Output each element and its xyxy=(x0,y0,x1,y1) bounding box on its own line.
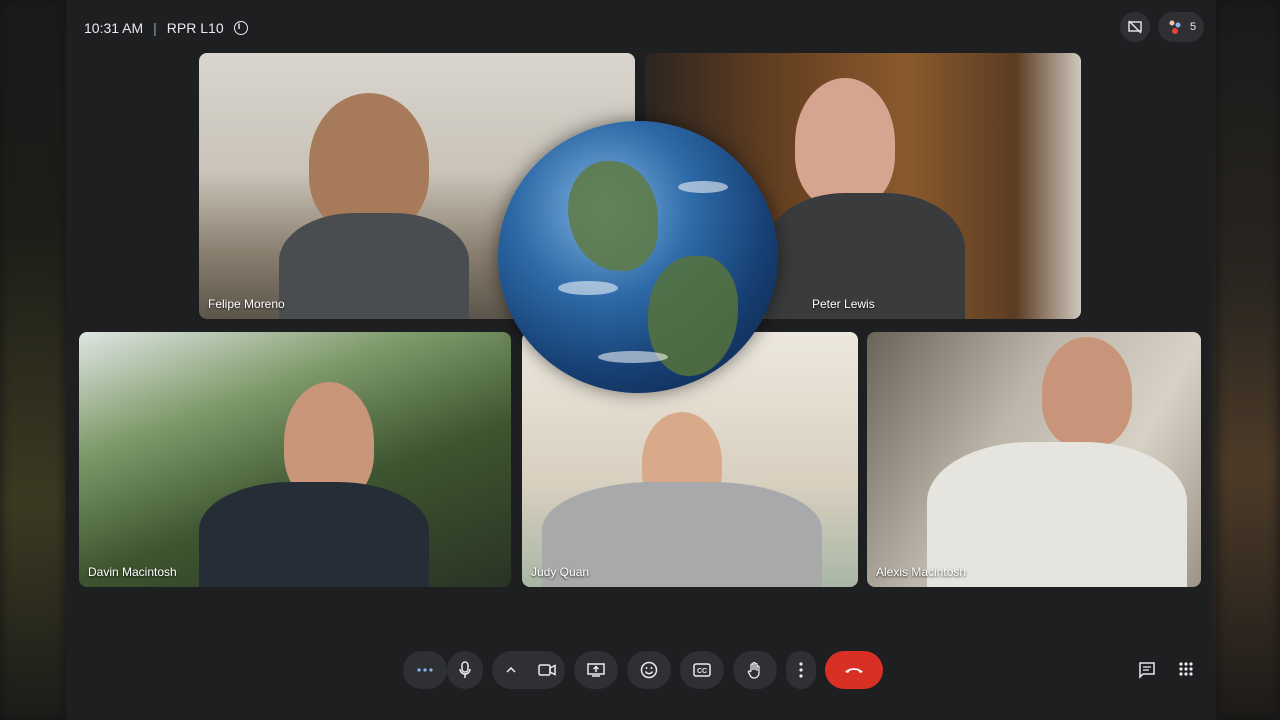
globe-cloud xyxy=(598,351,668,363)
more-horizontal-icon[interactable] xyxy=(403,651,447,689)
people-icon xyxy=(1169,20,1181,34)
globe-image xyxy=(498,121,778,393)
globe-land xyxy=(568,161,658,271)
right-camera-edge xyxy=(1216,0,1280,720)
people-button[interactable]: 5 xyxy=(1158,12,1205,42)
participant-name: Davin Macintosh xyxy=(88,565,177,579)
end-call-icon[interactable] xyxy=(825,651,883,689)
participant-name: Judy Quan xyxy=(531,565,590,579)
emoji-icon[interactable] xyxy=(627,651,671,689)
side-panel-controls xyxy=(1138,661,1194,684)
presentation-off-icon[interactable] xyxy=(1120,12,1150,42)
meeting-time: 10:31 AM xyxy=(84,20,144,36)
participant-name: Alexis Macintosh xyxy=(876,565,967,579)
apps-grid-icon[interactable] xyxy=(1178,661,1194,684)
microphone-icon xyxy=(459,661,471,678)
info-icon[interactable] xyxy=(233,21,248,35)
people-count: 5 xyxy=(1190,21,1197,33)
microphone-button[interactable] xyxy=(447,651,483,689)
top-right-controls: 5 xyxy=(1120,12,1205,42)
camera-control[interactable] xyxy=(492,651,565,689)
left-camera-edge xyxy=(0,0,66,720)
meeting-code[interactable]: RPR L10 xyxy=(167,20,224,36)
chat-icon[interactable] xyxy=(1138,661,1156,684)
globe-cloud xyxy=(678,181,728,193)
separator: | xyxy=(153,20,157,36)
participant-tile[interactable]: Alexis Macintosh xyxy=(867,332,1201,587)
more-vertical-icon[interactable] xyxy=(786,651,816,689)
participant-video xyxy=(279,213,469,319)
call-controls: CC xyxy=(403,651,883,689)
closed-captions-icon[interactable]: CC xyxy=(680,651,724,689)
participant-name: Felipe Moreno xyxy=(208,297,285,311)
svg-text:CC: CC xyxy=(697,668,707,675)
participant-video xyxy=(1042,337,1132,447)
hand-icon[interactable] xyxy=(733,651,777,689)
globe-cloud xyxy=(558,281,618,295)
participant-video xyxy=(309,93,429,233)
meeting-info-bar: 10:31 AM | RPR L10 xyxy=(84,18,248,38)
participant-video xyxy=(199,482,429,587)
present-screen-icon[interactable] xyxy=(574,651,618,689)
chevron-up-icon[interactable] xyxy=(493,667,529,673)
participant-tile[interactable]: Davin Macintosh xyxy=(79,332,511,587)
camera-icon[interactable] xyxy=(529,664,565,676)
participant-video xyxy=(795,78,895,208)
participant-name: Peter Lewis xyxy=(812,297,875,311)
